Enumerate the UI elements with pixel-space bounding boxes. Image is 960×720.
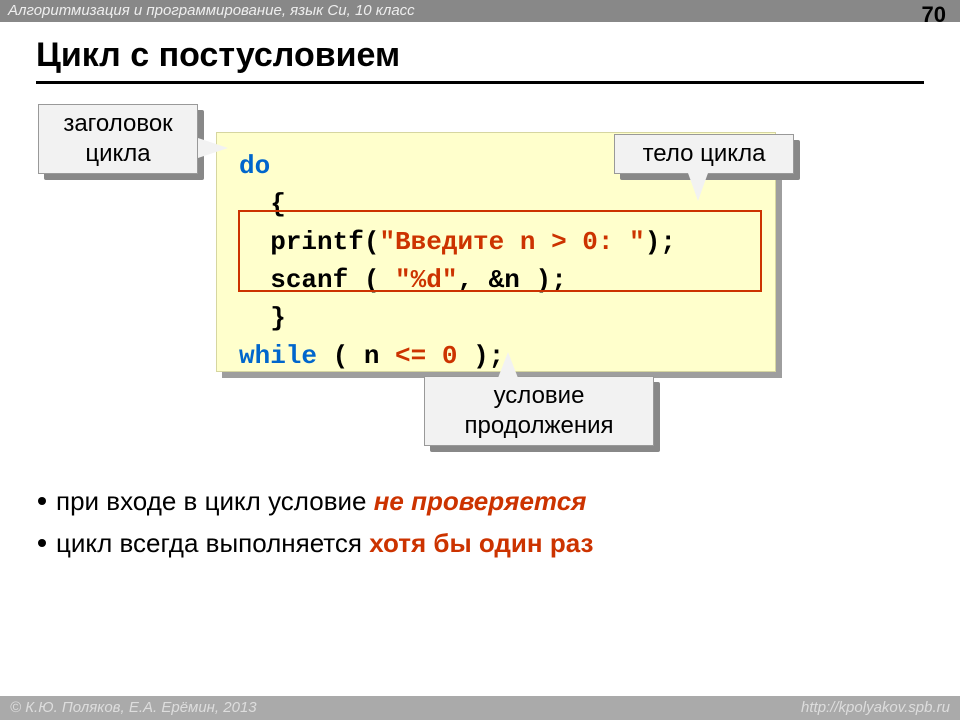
scanf-call-b: , &n );	[457, 265, 566, 295]
bullet-emphasis: хотя бы один раз	[369, 528, 593, 558]
copyright: © К.Ю. Поляков, Е.А. Ерёмин, 2013	[10, 696, 257, 720]
printf-call-b: );	[645, 227, 676, 257]
bullet-icon	[38, 539, 46, 547]
bullet-item: при входе в цикл условие не проверяется	[38, 480, 593, 522]
callout-tail	[198, 138, 228, 158]
callout-tail	[688, 173, 708, 201]
slide-title: Цикл с постусловием	[36, 36, 924, 84]
while-b	[426, 341, 442, 371]
page-number: 70	[922, 2, 946, 28]
callout-loop-header: заголовок цикла	[38, 104, 198, 174]
keyword-do: do	[239, 151, 270, 181]
footer: © К.Ю. Поляков, Е.А. Ерёмин, 2013 http:/…	[0, 696, 960, 720]
while-a: ( n	[317, 341, 395, 371]
bullet-item: цикл всегда выполняется хотя бы один раз	[38, 522, 593, 564]
bullet-list: при входе в цикл условие не проверяется …	[38, 480, 593, 564]
printf-string: "Введите n > 0: "	[379, 227, 644, 257]
callout-loop-body: тело цикла	[614, 134, 794, 174]
brace-close: }	[270, 303, 286, 333]
course-header: Алгоритмизация и программирование, язык …	[0, 0, 960, 22]
scanf-call-a: scanf (	[270, 265, 395, 295]
bullet-text: цикл всегда выполняется	[56, 528, 369, 558]
while-op: <=	[395, 341, 426, 371]
bullet-text: при входе в цикл условие	[56, 486, 374, 516]
callout-tail	[498, 352, 518, 378]
bullet-emphasis: не проверяется	[374, 486, 587, 516]
printf-call-a: printf(	[270, 227, 379, 257]
footer-url: http://kpolyakov.spb.ru	[801, 696, 950, 720]
brace-open: {	[270, 189, 286, 219]
bullet-icon	[38, 497, 46, 505]
callout-loop-condition: условие продолжения	[424, 376, 654, 446]
keyword-while: while	[239, 341, 317, 371]
while-zero: 0	[442, 341, 458, 371]
scanf-string: "%d"	[395, 265, 457, 295]
